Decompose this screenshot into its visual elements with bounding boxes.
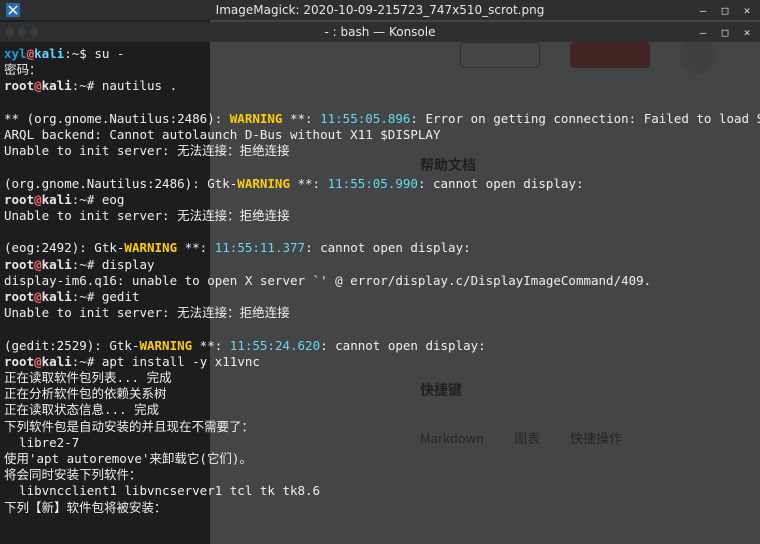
terminal-line: root@kali:~# nautilus . (4, 78, 756, 94)
konsole-dot-icon (6, 28, 14, 36)
terminal-line: libvncclient1 libvncserver1 tcl tk tk8.6 (4, 483, 756, 499)
terminal-line: root@kali:~# display (4, 257, 756, 273)
konsole-dot-icon (30, 28, 38, 36)
terminal-line: display-im6.q16: unable to open X server… (4, 273, 756, 289)
terminal-line (4, 224, 756, 240)
terminal-line: (eog:2492): Gtk-WARNING **: 11:55:11.377… (4, 240, 756, 256)
outer-window-titlebar: ImageMagick: 2020-10-09-215723_747x510_s… (0, 0, 760, 20)
terminal-line (4, 321, 756, 337)
terminal-line: (org.gnome.Nautilus:2486): Gtk-WARNING *… (4, 176, 756, 192)
terminal-line: (gedit:2529): Gtk-WARNING **: 11:55:24.6… (4, 338, 756, 354)
konsole-titlebar: - : bash — Konsole — □ ✕ (0, 22, 760, 42)
outer-window-title: ImageMagick: 2020-10-09-215723_747x510_s… (216, 3, 545, 17)
terminal-line: 正在分析软件包的依赖关系树 (4, 386, 756, 402)
outer-minimize-button[interactable]: — (696, 4, 710, 17)
terminal-line: 使用'apt autoremove'来卸载它(它们)。 (4, 451, 756, 467)
konsole-minimize-button[interactable]: — (696, 26, 710, 39)
outer-close-button[interactable]: ✕ (740, 4, 754, 17)
terminal-line: xyl@kali:~$ su - (4, 46, 756, 62)
terminal-line: 正在读取状态信息... 完成 (4, 402, 756, 418)
konsole-left-dots (6, 28, 38, 36)
terminal-line: root@kali:~# gedit (4, 289, 756, 305)
terminal-line: 正在读取软件包列表... 完成 (4, 370, 756, 386)
terminal-line: Unable to init server: 无法连接：拒绝连接 (4, 208, 756, 224)
terminal-output[interactable]: xyl@kali:~$ su -密码：root@kali:~# nautilus… (4, 46, 756, 544)
terminal-line: root@kali:~# eog (4, 192, 756, 208)
terminal-line: Unable to init server: 无法连接：拒绝连接 (4, 305, 756, 321)
terminal-line (4, 95, 756, 111)
konsole-title: - : bash — Konsole (325, 25, 436, 39)
terminal-line: Unable to init server: 无法连接：拒绝连接 (4, 143, 756, 159)
konsole-close-button[interactable]: ✕ (740, 26, 754, 39)
terminal-line: root@kali:~# apt install -y x11vnc (4, 354, 756, 370)
terminal-line: 将会同时安装下列软件： (4, 467, 756, 483)
terminal-line: 密码： (4, 62, 756, 78)
terminal-line: 下列【新】软件包将被安装： (4, 500, 756, 516)
terminal-line: 下列软件包是自动安装的并且现在不需要了： (4, 419, 756, 435)
terminal-line: libre2-7 (4, 435, 756, 451)
konsole-maximize-button[interactable]: □ (718, 26, 732, 39)
terminal-line: ** (org.gnome.Nautilus:2486): WARNING **… (4, 111, 756, 127)
outer-maximize-button[interactable]: □ (718, 4, 732, 17)
imagemagick-icon (6, 3, 20, 17)
terminal-line (4, 159, 756, 175)
terminal-line: ARQL backend: Cannot autolaunch D-Bus wi… (4, 127, 756, 143)
outer-window-left (6, 3, 20, 17)
konsole-dot-icon (18, 28, 26, 36)
